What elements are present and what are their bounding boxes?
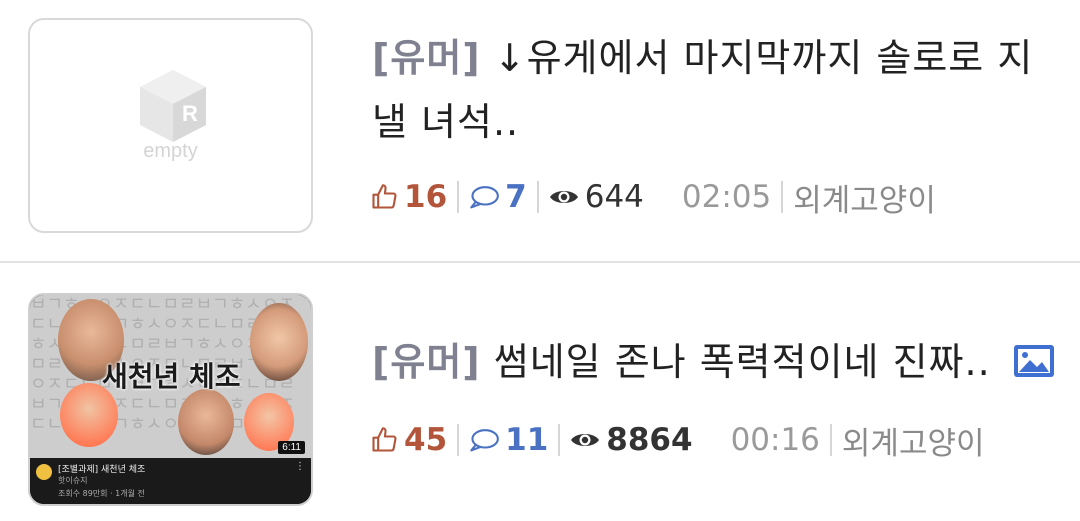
comment-count[interactable]: 11 xyxy=(469,422,548,458)
post-author[interactable]: 외계고양이 xyxy=(793,175,936,220)
post-item[interactable]: R empty [유머] ↓유게에서 마지막까지 솔로로 지낼 녀석.. 16 … xyxy=(0,0,1080,262)
upvote-count[interactable]: 45 xyxy=(370,422,447,458)
image-icon xyxy=(1013,344,1054,377)
video-title: [조별과제] 새천년 체조 xyxy=(58,465,146,475)
empty-label: empty xyxy=(143,140,198,162)
meta-divider xyxy=(781,181,784,213)
eye-icon xyxy=(549,191,578,203)
post-time: 02:05 xyxy=(681,179,772,215)
video-stats: 조회수 89만회 · 1개월 전 xyxy=(58,489,145,498)
post-category: [유머] xyxy=(372,36,481,80)
thumbs-up-icon xyxy=(372,427,397,452)
post-item[interactable]: ㅂㄱㅎㅅㅇㅈㄷㄴㅁㄹㅂㄱㅎㅅㅇㅈㄷㄴㅁㄹㅂㄱㅎㅅㅇㅈㄷㄴㅁㄹㅂㄱㅎㅅㅇㅈㄷㄴㅁㄹ… xyxy=(0,263,1080,521)
post-category: [유머] xyxy=(372,340,481,384)
meta-divider xyxy=(558,424,561,456)
upvote-count[interactable]: 16 xyxy=(370,179,447,215)
view-count: 644 xyxy=(549,179,644,215)
post-meta: 45 11 8864 00:16 외계고양이 xyxy=(370,418,985,463)
post-time: 00:16 xyxy=(730,422,820,458)
post-author[interactable]: 외계고양이 xyxy=(842,418,985,463)
person-photo xyxy=(250,303,308,381)
video-frame: ㅂㄱㅎㅅㅇㅈㄷㄴㅁㄹㅂㄱㅎㅅㅇㅈㄷㄴㅁㄹㅂㄱㅎㅅㅇㅈㄷㄴㅁㄹㅂㄱㅎㅅㅇㅈㄷㄴㅁㄹ… xyxy=(30,295,311,458)
meta-divider xyxy=(536,181,539,213)
post-title[interactable]: [유머] ↓유게에서 마지막까지 솔로로 지낼 녀석.. xyxy=(372,26,1052,154)
person-photo xyxy=(178,389,234,455)
video-channel: 핫이슈지 xyxy=(58,476,88,485)
meta-divider xyxy=(829,424,832,456)
post-meta: 16 7 644 02:05 외계고양이 xyxy=(370,175,936,220)
thumbs-up-icon xyxy=(372,184,397,209)
speech-bubble-icon xyxy=(470,429,500,452)
channel-avatar xyxy=(36,464,52,480)
comment-count[interactable]: 7 xyxy=(469,179,527,215)
eye-icon xyxy=(571,434,600,446)
meta-divider xyxy=(457,181,460,213)
video-duration: 6:11 xyxy=(278,441,305,454)
post-title-text[interactable]: 썸네일 존나 폭력적이네 진짜.. xyxy=(494,340,991,384)
speech-bubble-icon xyxy=(470,186,500,209)
post-title[interactable]: [유머] 썸네일 존나 폭력적이네 진짜.. xyxy=(372,330,1062,394)
more-vertical-icon: ⋮ xyxy=(295,461,305,472)
view-count: 8864 xyxy=(570,422,693,458)
video-info-bar: [조별과제] 새천년 체조 핫이슈지 조회수 89만회 · 1개월 전 ⋮ xyxy=(30,458,311,504)
post-thumbnail[interactable]: ㅂㄱㅎㅅㅇㅈㄷㄴㅁㄹㅂㄱㅎㅅㅇㅈㄷㄴㅁㄹㅂㄱㅎㅅㅇㅈㄷㄴㅁㄹㅂㄱㅎㅅㅇㅈㄷㄴㅁㄹ… xyxy=(28,293,313,506)
post-thumbnail[interactable]: R empty xyxy=(28,18,313,233)
meta-divider xyxy=(457,424,460,456)
video-overlay-title: 새천년 체조 xyxy=(102,360,241,393)
svg-text:R: R xyxy=(182,101,198,126)
